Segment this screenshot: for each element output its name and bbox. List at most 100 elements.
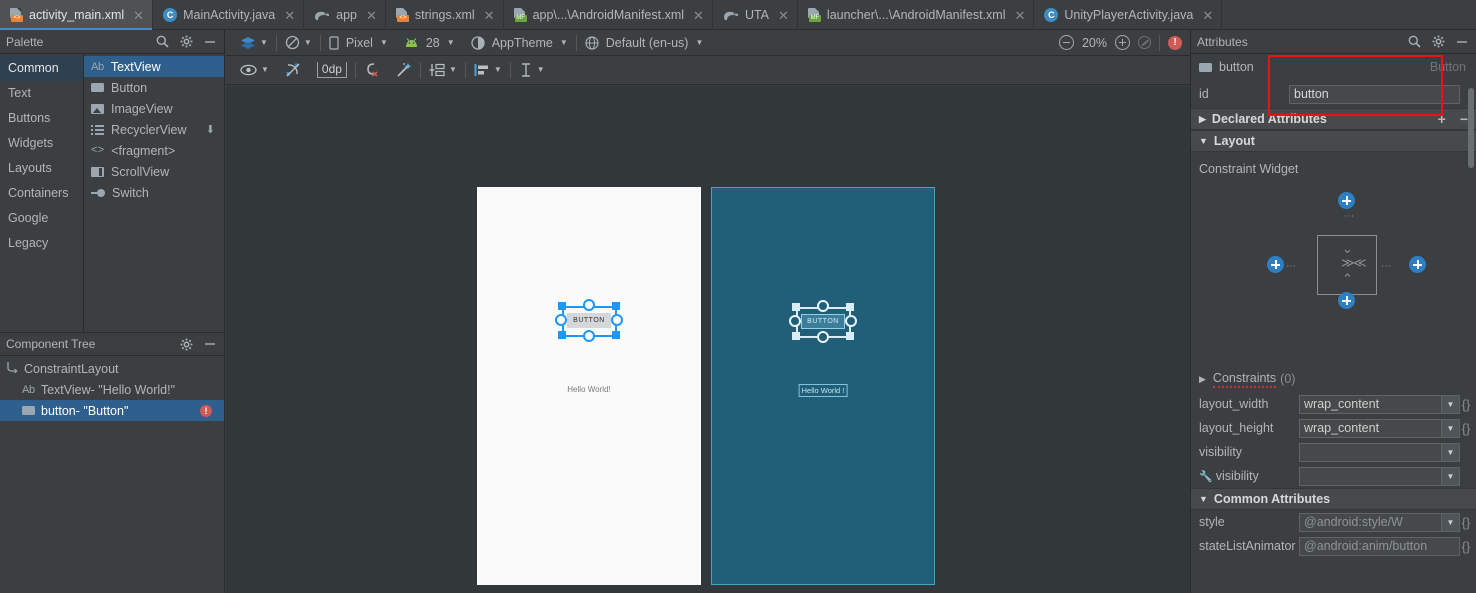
editor-tab-uta[interactable]: UTA ✕ [713,0,798,30]
chevron-down-icon[interactable]: ▼ [447,38,455,47]
close-icon[interactable]: ✕ [284,9,295,22]
close-icon[interactable]: ✕ [1202,9,1213,22]
palette-item-scrollview[interactable]: ScrollView [84,161,224,182]
device-preview-blueprint[interactable]: Hello World ! BUTTON [711,187,935,585]
editor-tab-app-androidmanifest-xml[interactable]: MF app\...\AndroidManifest.xml ✕ [504,0,713,30]
device-selector[interactable]: Pixel ▼ [321,30,396,55]
chevron-down-icon[interactable]: ▼ [449,66,457,74]
align-icon[interactable] [474,63,490,77]
design-time-value-icon[interactable]: {} [1460,515,1472,530]
zoom-in-icon[interactable] [1115,35,1130,50]
tree-node-constraintlayout[interactable]: ConstraintLayout [0,358,224,379]
design-surface-icon[interactable] [240,36,256,50]
minimize-icon[interactable] [204,36,216,48]
close-icon[interactable]: ✕ [1014,9,1025,22]
canvas-resize-handle[interactable] [691,588,717,593]
tree-node-button[interactable]: button- "Button" ! [0,400,224,421]
layout-height-combo[interactable]: wrap_content ▼ [1299,418,1460,438]
download-icon[interactable]: ⬇ [206,123,215,136]
constraint-anchor-right[interactable] [845,315,857,327]
palette-category-google[interactable]: Google [0,206,83,231]
palette-item-button[interactable]: Button [84,77,224,98]
palette-category-buttons[interactable]: Buttons [0,106,83,131]
editor-tab-activity-main-xml[interactable]: <> activity_main.xml ✕ [0,0,154,30]
constraint-anchor-top[interactable] [817,300,829,312]
chevron-down-icon[interactable]: ▼ [1441,419,1459,437]
zoom-fit-icon[interactable] [1138,36,1151,49]
palette-category-common[interactable]: Common [0,56,83,81]
chevron-down-icon[interactable]: ▼ [380,38,388,47]
clear-constraints-icon[interactable] [285,62,301,78]
chevron-down-icon[interactable]: ▼ [304,38,312,47]
constraint-anchor-bottom[interactable] [583,330,595,342]
chevron-down-icon[interactable]: ▼ [260,38,268,47]
common-attributes-section-header[interactable]: ▼ Common Attributes [1191,488,1476,510]
pack-icon[interactable] [429,63,445,77]
add-top-constraint-button[interactable] [1338,192,1355,209]
zoom-out-icon[interactable] [1058,35,1074,50]
default-margin-value[interactable]: 0dp [316,62,347,78]
id-input[interactable] [1289,84,1460,104]
palette-category-containers[interactable]: Containers [0,181,83,206]
infer-constraints-icon[interactable] [364,62,380,78]
visibility-combo[interactable]: ▼ [1299,442,1460,462]
chevron-down-icon[interactable]: ▼ [1441,443,1459,461]
orientation-icon[interactable] [285,35,300,50]
design-time-value-icon[interactable]: {} [1460,397,1472,412]
resize-handle-top-right[interactable] [846,303,854,311]
resize-handle-bottom-right[interactable] [846,332,854,340]
tree-node-textview[interactable]: Ab TextView- "Hello World!" [0,379,224,400]
minimize-icon[interactable] [1456,36,1468,48]
width-mode-toggle-right[interactable]: ≪ [1353,256,1367,269]
selected-button-widget-blueprint[interactable]: BUTTON [789,300,857,343]
minimize-icon[interactable] [204,338,216,350]
design-surface[interactable]: Hello World! BUTTON Hello World ! BUTTON [226,86,1190,593]
palette-item-textview[interactable]: Ab TextView [84,56,224,77]
guidelines-icon[interactable] [519,63,533,77]
close-icon[interactable]: ✕ [484,9,495,22]
error-badge-icon[interactable]: ! [200,404,212,417]
selected-button-widget[interactable]: BUTTON [555,299,623,342]
editor-tab-unityplayeractivity-java[interactable]: C UnityPlayerActivity.java ✕ [1034,0,1223,30]
resize-handle-top-left[interactable] [792,303,800,311]
constraint-anchor-bottom[interactable] [817,331,829,343]
resize-handle-bottom-left[interactable] [792,332,800,340]
preview-button-label[interactable]: BUTTON [567,313,611,328]
default-margin-group[interactable]: 0dp [309,56,355,84]
api-selector[interactable]: 28 ▼ [396,30,463,55]
chevron-down-icon[interactable]: ▼ [560,38,568,47]
palette-category-legacy[interactable]: Legacy [0,231,83,256]
constraint-anchor-left[interactable] [789,315,801,327]
device-preview-design[interactable]: Hello World! BUTTON [477,187,701,585]
locale-selector[interactable]: Default (en-us) ▼ [577,30,712,55]
attributes-scrollbar[interactable] [1468,88,1474,168]
add-left-constraint-button[interactable] [1267,256,1284,273]
magic-wand-icon[interactable] [396,62,412,78]
chevron-down-icon[interactable]: ▼ [261,66,269,74]
palette-item-imageview[interactable]: ImageView [84,98,224,119]
height-mode-toggle-top[interactable]: ⌄ [1342,242,1353,255]
resize-handle-bottom-left[interactable] [558,331,566,339]
constraints-section-header[interactable]: ▶ Constraints (0) [1191,366,1476,392]
resize-handle-top-right[interactable] [612,302,620,310]
blueprint-button-label[interactable]: BUTTON [801,314,845,329]
statelistanimator-combo[interactable]: @android:anim/button [1299,536,1460,556]
style-combo[interactable]: @android:style/W ▼ [1299,512,1460,532]
close-icon[interactable]: ✕ [133,9,144,22]
gear-icon[interactable] [180,338,193,351]
chevron-down-icon[interactable]: ▼ [494,66,502,74]
resize-handle-bottom-right[interactable] [612,331,620,339]
palette-category-layouts[interactable]: Layouts [0,156,83,181]
design-time-value-icon[interactable]: {} [1460,421,1472,436]
preview-textview-hello[interactable]: Hello World! [477,385,701,394]
gear-icon[interactable] [1432,35,1445,48]
theme-selector[interactable]: AppTheme ▼ [463,30,576,55]
tools-visibility-combo[interactable]: ▼ [1299,466,1460,486]
add-attribute-button[interactable]: + [1438,112,1446,126]
editor-tab-mainactivity-java[interactable]: C MainActivity.java ✕ [153,0,305,30]
constraint-widget[interactable]: ⋮ ⋮ ⋯ ⋯ ≫ ≪ ⌄ ⌃ [1191,176,1476,366]
gear-icon[interactable] [180,35,193,48]
palette-item-fragment[interactable]: <> <fragment> [84,140,224,161]
constraint-anchor-left[interactable] [555,314,567,326]
palette-category-widgets[interactable]: Widgets [0,131,83,156]
